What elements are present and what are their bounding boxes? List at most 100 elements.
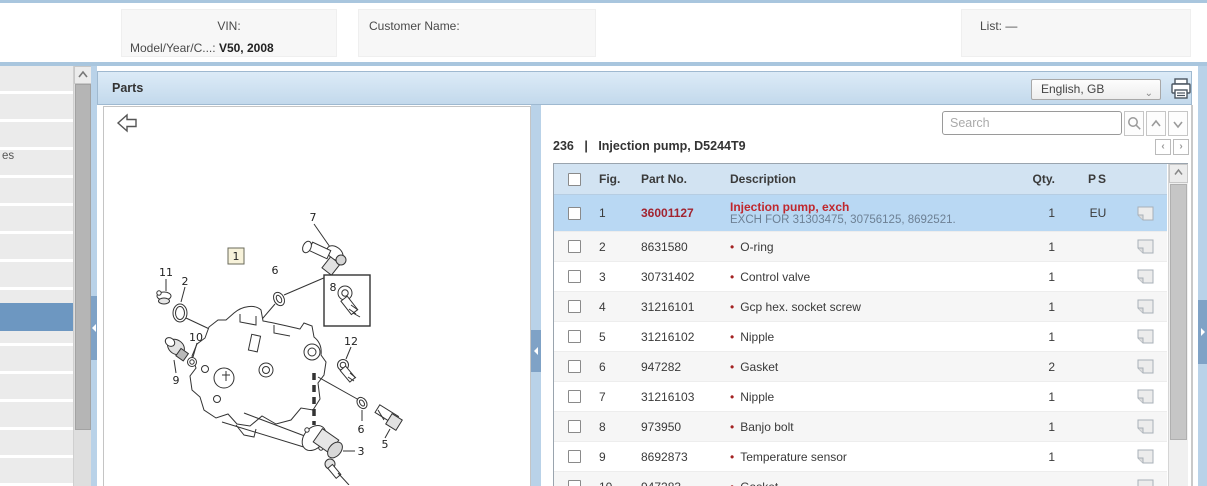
callout-9[interactable]: 9 [173, 374, 180, 387]
sidebar-scroll-up-button[interactable] [74, 66, 92, 84]
callout-8[interactable]: 8 [330, 281, 337, 294]
callout-6a[interactable]: 6 [272, 264, 279, 277]
row-checkbox[interactable] [568, 360, 581, 373]
callout-6b[interactable]: 6 [358, 423, 365, 436]
part-no-cell[interactable]: 973950 [638, 420, 726, 434]
col-header-description[interactable]: Description [726, 172, 1013, 186]
description-cell: • Gcp hex. socket screw [726, 300, 1013, 314]
sidebar-scrollbar[interactable] [73, 66, 91, 486]
model-label: Model/Year/C...: [130, 41, 216, 55]
callout-10[interactable]: 10 [189, 331, 203, 344]
row-checkbox[interactable] [568, 207, 581, 220]
table-row[interactable]: 3 30731402 •Control valve 1 [554, 261, 1167, 291]
part-no-cell[interactable]: 8631580 [638, 240, 726, 254]
col-header-qty[interactable]: Qty. [1013, 172, 1073, 186]
note-button[interactable] [1123, 449, 1167, 464]
table-row[interactable]: 7 31216103 •Nipple 1 [554, 381, 1167, 411]
part-no-cell[interactable]: 31216103 [638, 390, 726, 404]
select-all-checkbox[interactable] [568, 173, 581, 186]
section-number: 236 [553, 139, 574, 153]
search-input[interactable] [942, 111, 1122, 135]
table-row[interactable]: 8 973950 •Banjo bolt 1 [554, 411, 1167, 441]
section-title: 236 | Injection pump, D5244T9 [553, 139, 746, 153]
fig-cell: 2 [594, 240, 638, 254]
prev-page-button[interactable]: ‹ [1155, 139, 1171, 155]
callout-11[interactable]: 11 [159, 266, 173, 279]
next-page-button[interactable]: › [1173, 139, 1189, 155]
note-button[interactable] [1123, 329, 1167, 344]
sidebar-scroll-thumb[interactable] [75, 84, 91, 430]
col-header-ps[interactable]: PS [1073, 172, 1123, 186]
callout-1[interactable]: 1 [233, 250, 240, 263]
qty-cell: 1 [1013, 420, 1073, 434]
table-row[interactable]: 5 31216102 •Nipple 1 [554, 321, 1167, 351]
search-next-button[interactable] [1168, 111, 1188, 136]
row-checkbox[interactable] [568, 420, 581, 433]
row-checkbox[interactable] [568, 390, 581, 403]
part-no-cell[interactable]: 8692873 [638, 450, 726, 464]
callout-12[interactable]: 12 [344, 335, 358, 348]
right-splitter-handle[interactable] [1198, 300, 1207, 364]
callout-7[interactable]: 7 [310, 211, 317, 224]
table-row[interactable]: 2 8631580 •O-ring 1 [554, 231, 1167, 261]
sidebar-item-partial[interactable]: es [0, 144, 73, 169]
back-arrow-icon[interactable] [118, 115, 136, 131]
table-scroll-up-button[interactable] [1169, 164, 1188, 183]
sidebar-splitter-handle[interactable] [91, 296, 97, 360]
language-dropdown[interactable]: English, GB ⌄ [1031, 79, 1161, 100]
search-prev-button[interactable] [1146, 111, 1166, 136]
part-no-cell[interactable]: 31216102 [638, 330, 726, 344]
description-main: Nipple [740, 330, 774, 344]
table-row[interactable]: 1 36001127 Injection pump, exch EXCH FOR… [554, 195, 1167, 231]
callout-2[interactable]: 2 [182, 275, 189, 288]
qty-cell: 1 [1013, 450, 1073, 464]
note-button[interactable] [1123, 239, 1167, 254]
callout-5[interactable]: 5 [382, 438, 389, 451]
part-no-cell[interactable]: 31216101 [638, 300, 726, 314]
description-cell: •Nipple [726, 330, 1013, 344]
table-row[interactable]: 6 947282 •Gasket 2 [554, 351, 1167, 381]
row-checkbox[interactable] [568, 300, 581, 313]
table-scrollbar[interactable] [1168, 164, 1188, 486]
list-label: List: [980, 19, 1002, 33]
fig-cell: 7 [594, 390, 638, 404]
note-icon [1137, 359, 1154, 374]
note-button[interactable] [1123, 299, 1167, 314]
row-checkbox[interactable] [568, 480, 581, 486]
sidebar-item-selected[interactable] [0, 303, 73, 331]
fig-cell: 4 [594, 300, 638, 314]
table-row[interactable]: 9 8692873 •Temperature sensor 1 [554, 441, 1167, 471]
note-button[interactable] [1123, 419, 1167, 434]
callout-3[interactable]: 3 [358, 445, 365, 458]
bullet-icon: • [730, 300, 734, 314]
note-button[interactable] [1123, 389, 1167, 404]
bullet-icon: • [730, 420, 734, 434]
collapse-left-icon [92, 324, 96, 332]
description-main: Gcp hex. socket screw [740, 300, 861, 314]
search-button[interactable] [1124, 111, 1144, 136]
table-scroll-thumb[interactable] [1170, 184, 1187, 440]
note-button[interactable] [1123, 206, 1167, 221]
row-checkbox[interactable] [568, 330, 581, 343]
part-no-cell[interactable]: 30731402 [638, 270, 726, 284]
note-button[interactable] [1123, 479, 1167, 486]
table-row[interactable]: 10 947283 •Gasket [554, 471, 1167, 486]
row-checkbox[interactable] [568, 450, 581, 463]
col-header-fig[interactable]: Fig. [594, 172, 638, 186]
row-checkbox[interactable] [568, 240, 581, 253]
right-splitter[interactable] [1198, 66, 1207, 486]
row-checkbox[interactable] [568, 270, 581, 283]
diagram-splitter[interactable] [531, 105, 541, 486]
part-no-cell[interactable]: 947282 [638, 360, 726, 374]
part-no-cell[interactable]: 947283 [638, 480, 726, 486]
diagram-splitter-handle[interactable] [531, 330, 541, 372]
table-row[interactable]: 4 31216101 •Gcp hex. socket screw 1 [554, 291, 1167, 321]
sidebar-splitter[interactable] [91, 66, 97, 486]
note-button[interactable] [1123, 359, 1167, 374]
chevron-right-icon: › [1179, 142, 1182, 152]
col-header-part-no[interactable]: Part No. [638, 172, 726, 186]
bullet-icon: • [730, 270, 734, 284]
part-no-cell[interactable]: 36001127 [638, 206, 726, 220]
note-button[interactable] [1123, 269, 1167, 284]
print-button[interactable] [1169, 78, 1193, 100]
